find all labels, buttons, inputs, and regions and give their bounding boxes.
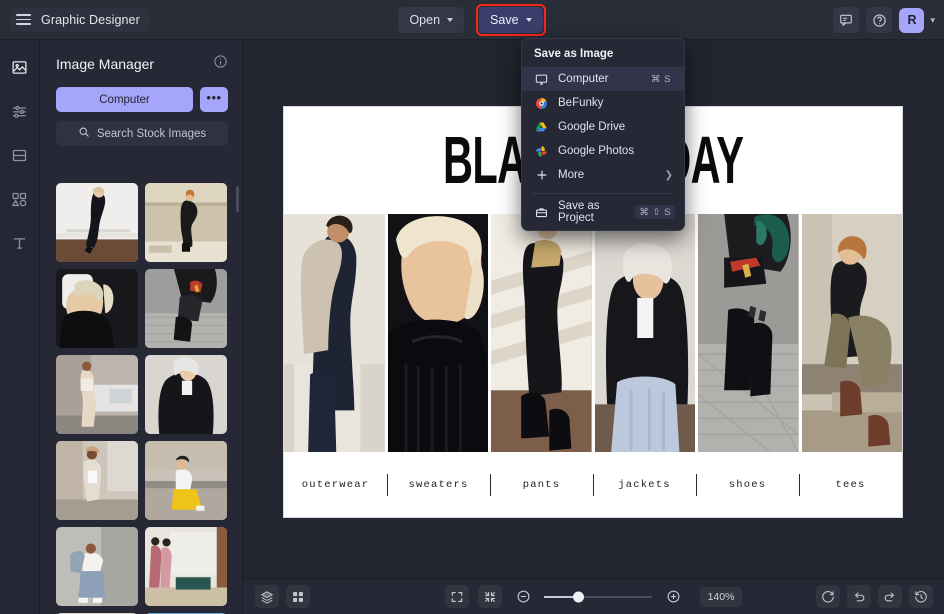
undo-icon[interactable] [847, 585, 871, 608]
history-controls [816, 585, 933, 608]
menu-item-label: Google Photos [558, 145, 635, 157]
menu-item-befunky[interactable]: BeFunky [522, 91, 684, 115]
save-dropdown-menu: Save as Image Computer ⌘ S BeFunky Googl… [521, 38, 685, 231]
plus-icon [534, 168, 549, 183]
list-item[interactable] [145, 269, 227, 348]
chevron-down-icon [525, 18, 532, 22]
menu-item-shortcut: ⌘ ⇧ S [635, 205, 675, 219]
save-button-highlight: Save [476, 4, 546, 36]
sidebar-item-adjust[interactable] [6, 98, 34, 124]
list-item[interactable] [145, 355, 227, 434]
menu-item-label: Google Drive [558, 121, 626, 133]
menu-item-more[interactable]: More ❯ [522, 163, 684, 187]
more-sources-button[interactable]: ••• [200, 87, 228, 112]
menu-item-label: BeFunky [558, 97, 604, 109]
category-label[interactable]: pants [490, 479, 593, 491]
photo-cell[interactable] [491, 214, 592, 452]
sidebar-item-text[interactable] [6, 230, 34, 256]
google-photos-icon [534, 144, 549, 159]
menu-item-label: More [558, 169, 585, 181]
computer-source-button[interactable]: Computer [56, 87, 193, 112]
list-item[interactable] [145, 527, 227, 606]
zoom-in-icon[interactable] [661, 585, 685, 608]
sidebar-item-frames[interactable] [6, 142, 34, 168]
chevron-right-icon: ❯ [664, 169, 673, 181]
zoom-slider[interactable] [544, 591, 652, 602]
category-label[interactable]: shoes [696, 479, 799, 491]
zoom-slider-knob[interactable] [573, 591, 584, 602]
panel-source-row: Computer ••• [40, 74, 242, 112]
top-bar-center-actions: Open Save [0, 0, 944, 40]
open-label: Open [409, 13, 441, 27]
tool-rail [0, 40, 40, 614]
history-icon[interactable] [909, 585, 933, 608]
photo-strip [284, 214, 902, 452]
category-label[interactable]: jackets [593, 479, 696, 491]
menu-divider [533, 193, 673, 194]
menu-item-label: Save as Project [558, 200, 600, 224]
menu-item-google-drive[interactable]: Google Drive [522, 115, 684, 139]
list-item[interactable] [56, 527, 138, 606]
list-item[interactable] [56, 355, 138, 434]
panel-scrollbar[interactable] [236, 186, 239, 212]
sidebar-item-shapes[interactable] [6, 186, 34, 212]
befunky-logo-icon [534, 96, 549, 111]
fit-to-screen-icon[interactable] [478, 585, 502, 608]
graphic-designer-app: Graphic Designer Open Save R ▾ Image Man… [0, 0, 944, 614]
photo-cell[interactable] [284, 214, 385, 452]
fullscreen-icon[interactable] [445, 585, 469, 608]
zoom-slider-track[interactable] [544, 591, 652, 602]
photo-cell[interactable] [801, 214, 902, 452]
category-label[interactable]: outerwear [284, 479, 387, 491]
category-label[interactable]: sweaters [387, 479, 490, 491]
info-icon[interactable] [213, 54, 228, 74]
photo-cell[interactable] [594, 214, 695, 452]
list-item[interactable] [56, 183, 138, 262]
menu-item-google-photos[interactable]: Google Photos [522, 139, 684, 163]
zoom-out-icon[interactable] [511, 585, 535, 608]
account-chevron-down-icon[interactable]: ▾ [930, 15, 935, 26]
monitor-icon [534, 72, 549, 87]
image-manager-panel: Image Manager Computer ••• Search Stock … [40, 40, 243, 614]
reset-icon[interactable] [816, 585, 840, 608]
grid-icon[interactable] [286, 585, 310, 608]
bottom-left-tools [255, 585, 310, 608]
google-drive-icon [534, 120, 549, 135]
list-item[interactable] [145, 441, 227, 520]
search-placeholder: Search Stock Images [96, 127, 207, 140]
category-row: outerwear sweaters pants jackets shoes t… [284, 452, 902, 518]
save-label: Save [490, 13, 519, 27]
list-item[interactable] [56, 269, 138, 348]
layers-icon[interactable] [255, 585, 279, 608]
avatar-initial: R [907, 13, 917, 27]
menu-item-save-as-project[interactable]: Save as Project ⌘ ⇧ S [522, 200, 684, 224]
stock-thumbnail-grid [56, 183, 234, 614]
list-item[interactable] [56, 441, 138, 520]
menu-heading: Save as Image [534, 48, 614, 60]
menu-item-computer[interactable]: Computer ⌘ S [522, 67, 684, 91]
redo-icon[interactable] [878, 585, 902, 608]
panel-title: Image Manager [56, 56, 155, 72]
save-button[interactable]: Save [479, 7, 543, 33]
search-icon [78, 126, 90, 141]
list-item[interactable] [145, 183, 227, 262]
sidebar-item-image[interactable] [6, 54, 34, 80]
photo-cell[interactable] [387, 214, 488, 452]
comment-icon[interactable] [833, 7, 860, 33]
briefcase-icon [534, 205, 549, 220]
avatar[interactable]: R [899, 7, 925, 33]
photo-cell[interactable] [698, 214, 799, 452]
top-bar-right-actions: R ▾ [833, 0, 935, 40]
menu-item-shortcut: ⌘ S [647, 72, 675, 86]
top-bar: Graphic Designer Open Save R ▾ [0, 0, 944, 40]
zoom-level-value[interactable]: 140% [700, 586, 742, 607]
chevron-down-icon [447, 18, 454, 22]
menu-item-label: Computer [558, 73, 609, 85]
help-circle-icon[interactable] [866, 7, 893, 33]
panel-header: Image Manager [40, 40, 242, 74]
category-label[interactable]: tees [799, 479, 902, 491]
search-stock-images-input[interactable]: Search Stock Images [56, 121, 228, 146]
open-button[interactable]: Open [398, 7, 465, 33]
bottom-bar: 140% [243, 578, 944, 614]
